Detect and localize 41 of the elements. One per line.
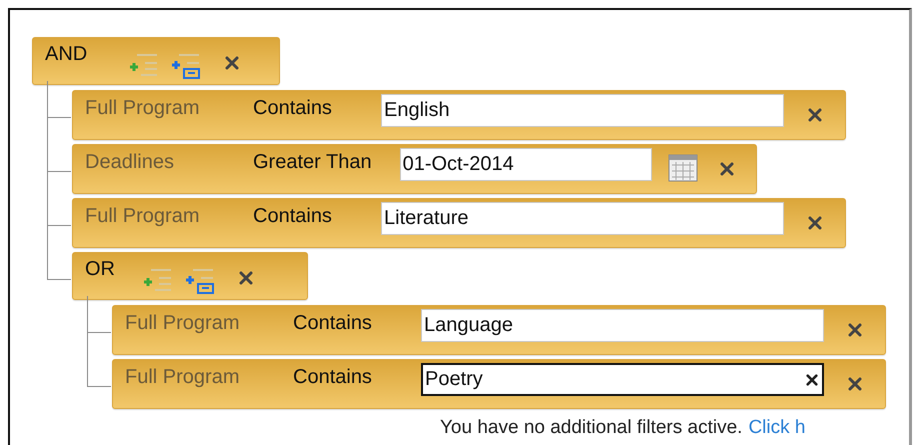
add-group-button[interactable] xyxy=(183,268,217,296)
operator-label: Contains xyxy=(293,366,373,389)
value-field[interactable]: Literature xyxy=(381,202,784,235)
value-field[interactable]: Poetry xyxy=(421,363,824,396)
calendar-button[interactable] xyxy=(668,154,698,182)
operator-label: Contains xyxy=(253,97,333,120)
footer-message: You have no additional filters active. xyxy=(440,417,742,439)
close-icon xyxy=(848,377,862,391)
remove-button[interactable] xyxy=(848,323,862,337)
operator-label: Greater Than xyxy=(253,151,372,174)
field-label: Deadlines xyxy=(85,151,175,174)
operator-label: Contains xyxy=(293,312,373,335)
close-icon xyxy=(239,271,253,285)
calendar-icon xyxy=(668,154,698,182)
remove-button[interactable] xyxy=(720,162,734,176)
value-field[interactable]: 01-Oct-2014 xyxy=(400,148,652,181)
add-group-icon xyxy=(169,53,203,81)
add-group-button[interactable] xyxy=(169,53,203,81)
close-icon xyxy=(808,216,822,230)
close-icon xyxy=(225,56,239,70)
field-label: Full Program xyxy=(125,312,240,335)
remove-group-button[interactable] xyxy=(225,56,239,70)
operator-label: Contains xyxy=(253,205,333,228)
clear-icon xyxy=(806,374,818,386)
field-label: Full Program xyxy=(85,205,200,228)
clear-button[interactable] xyxy=(806,374,818,386)
field-label: Full Program xyxy=(125,366,240,389)
add-group-icon xyxy=(183,268,217,296)
remove-group-button[interactable] xyxy=(239,271,253,285)
remove-button[interactable] xyxy=(808,108,822,122)
close-icon xyxy=(848,323,862,337)
remove-button[interactable] xyxy=(848,377,862,391)
remove-button[interactable] xyxy=(808,216,822,230)
value-field[interactable]: English xyxy=(381,94,784,127)
close-icon xyxy=(808,108,822,122)
value-field[interactable]: Language xyxy=(421,309,824,342)
group-operator: OR xyxy=(85,258,116,281)
field-label: Full Program xyxy=(85,97,200,120)
group-operator: AND xyxy=(45,43,88,66)
click-here-link[interactable]: Click h xyxy=(748,417,806,439)
close-icon xyxy=(720,162,734,176)
